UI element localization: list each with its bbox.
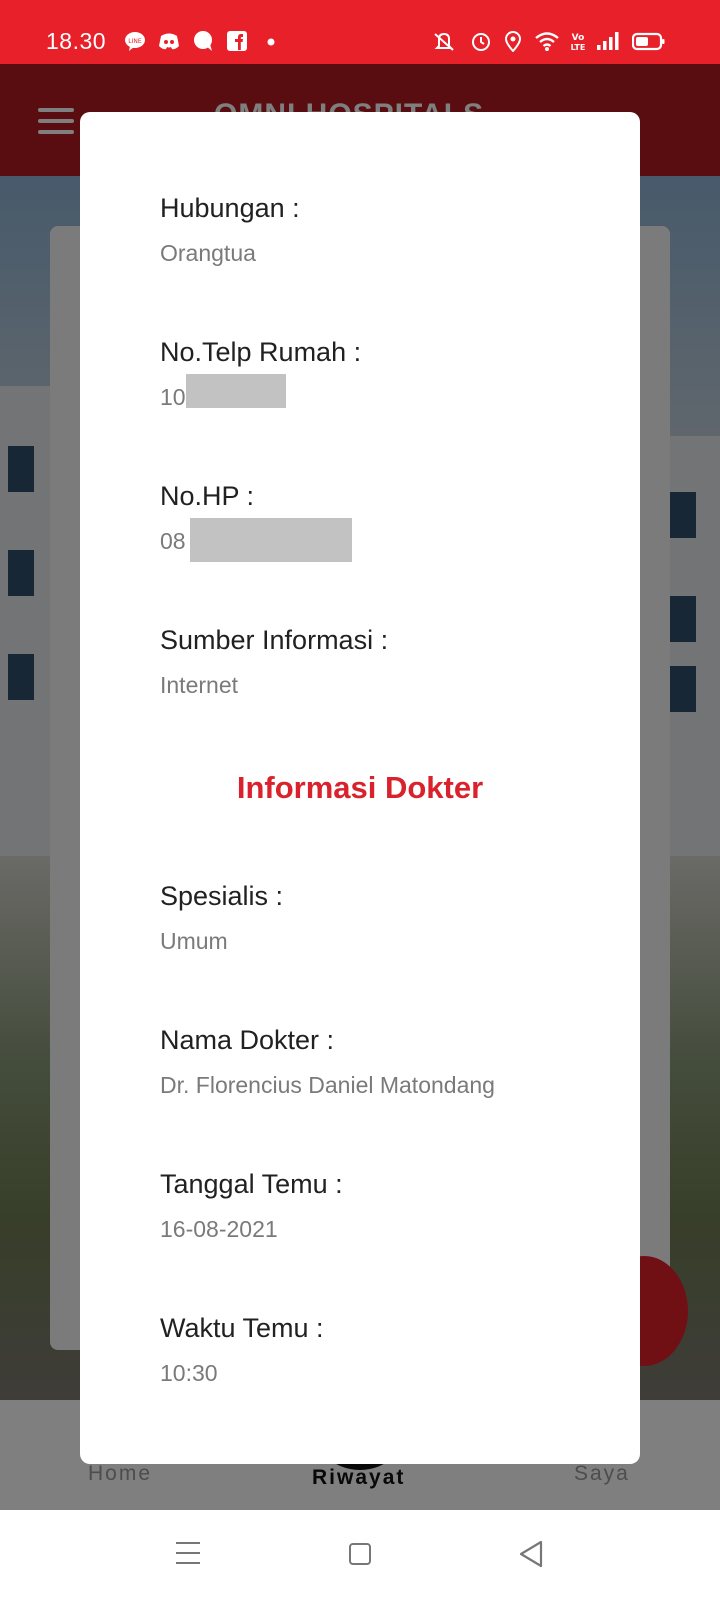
volte-icon: VoLTE [571,33,586,52]
svg-text:LTE: LTE [571,43,586,52]
line-icon: LINE [125,32,145,51]
status-bar: 18.30 LINE Vo LTE [0,0,720,64]
facebook-icon [227,31,247,51]
redaction-box [190,518,352,562]
field-waktu-temu: Waktu Temu : 10:30 [160,1310,324,1390]
svg-text:LINE: LINE [128,38,142,45]
field-spesialis: Spesialis : Umum [160,878,283,958]
field-value: 10 [160,384,186,410]
discord-icon [159,33,179,50]
field-value: Orangtua [160,240,256,266]
field-value: Dr. Florencius Daniel Matondang [160,1072,495,1098]
alarm-icon [472,33,490,51]
field-no-hp: No.HP : 08 [160,478,352,562]
back-icon[interactable] [518,1540,544,1568]
field-no-telp-rumah: No.Telp Rumah : 10 [160,334,361,414]
redaction-box [186,374,286,408]
field-value: Internet [160,672,238,698]
location-icon [504,31,522,52]
field-sumber-informasi: Sumber Informasi : Internet [160,622,388,702]
chat-bubble-icon [194,31,212,51]
recent-apps-icon[interactable] [176,1542,200,1564]
field-value: 08 [160,528,186,554]
detail-dialog: Hubungan : Orangtua No.Telp Rumah : 10 N… [80,112,640,1464]
field-label: Hubungan : [160,193,300,223]
field-value: 16-08-2021 [160,1216,278,1242]
mute-icon [434,32,454,51]
wifi-icon [535,32,559,51]
status-time: 18.30 [46,28,107,54]
field-nama-dokter: Nama Dokter : Dr. Florencius Daniel Mato… [160,1022,495,1102]
field-value-wrap: 08 [160,518,352,562]
home-icon[interactable] [349,1543,371,1565]
dot-icon [267,38,275,46]
field-value: Umum [160,928,228,954]
field-label: No.HP : [160,481,255,511]
field-hubungan: Hubungan : Orangtua [160,190,300,270]
field-label: Nama Dokter : [160,1025,335,1055]
field-label: Tanggal Temu : [160,1169,343,1199]
system-icons: Vo LTE [430,30,666,52]
field-label: Spesialis : [160,881,284,911]
battery-icon [632,32,665,51]
field-label: No.Telp Rumah : [160,337,362,367]
field-label: Sumber Informasi : [160,625,389,655]
notification-icons: LINE [124,30,282,52]
svg-text:Vo: Vo [572,33,585,43]
field-tanggal-temu: Tanggal Temu : 16-08-2021 [160,1166,343,1246]
section-title-informasi-dokter: Informasi Dokter [236,770,484,805]
field-value-wrap: 10 [160,374,361,414]
field-value: 10:30 [160,1360,218,1386]
signal-icon [597,32,619,50]
field-label: Waktu Temu : [160,1313,324,1343]
